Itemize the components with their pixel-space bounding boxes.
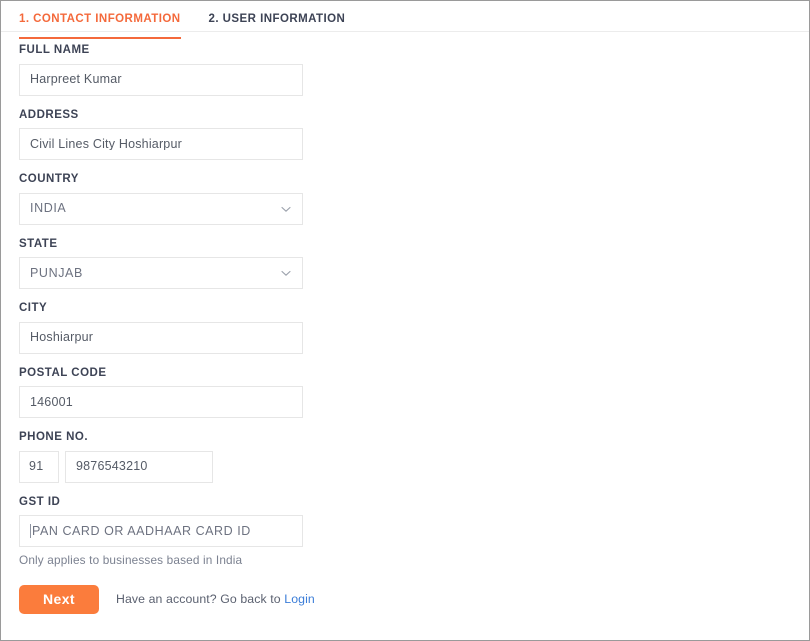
address-input[interactable]: Civil Lines City Hoshiarpur (19, 128, 303, 160)
country-select[interactable]: INDIA (19, 192, 303, 225)
chevron-down-icon (280, 267, 292, 279)
next-button[interactable]: Next (19, 584, 99, 614)
postal-code-value: 146001 (30, 395, 73, 409)
chevron-down-icon (280, 203, 292, 215)
country-label: COUNTRY (19, 173, 79, 185)
full-name-input[interactable]: Harpreet Kumar (19, 63, 303, 96)
tab-user-information[interactable]: 2. USER INFORMATION (209, 1, 346, 38)
field-city: CITY Hoshiarpur (19, 302, 809, 354)
postal-code-label: POSTAL CODE (19, 366, 107, 379)
field-address: ADDRESS Civil Lines City Hoshiarpur (19, 108, 809, 160)
phone-row: 91 9876543210 (19, 450, 809, 483)
address-value: Civil Lines City Hoshiarpur (30, 137, 182, 151)
phone-number-value: 9876543210 (76, 460, 148, 473)
form-page: 1. CONTACT INFORMATION 2. USER INFORMATI… (0, 0, 810, 641)
city-label: CITY (19, 302, 48, 314)
field-country: COUNTRY INDIA (19, 173, 809, 225)
phone-number-input[interactable]: 9876543210 (65, 450, 213, 483)
gst-id-input[interactable]: PAN CARD OR AADHAAR CARD ID (19, 515, 303, 547)
field-phone: PHONE NO. 91 9876543210 (19, 431, 809, 483)
gst-id-label: GST ID (19, 495, 61, 508)
tab-contact-information[interactable]: 1. CONTACT INFORMATION (19, 1, 181, 38)
field-full-name: FULL NAME Harpreet Kumar (19, 44, 809, 96)
account-prompt-text: Have an account? Go back to (116, 592, 281, 607)
login-link[interactable]: Login (284, 592, 315, 606)
gst-id-placeholder: PAN CARD OR AADHAAR CARD ID (32, 524, 251, 538)
step-tabs: 1. CONTACT INFORMATION 2. USER INFORMATI… (1, 1, 809, 38)
state-value: PUNJAB (30, 266, 83, 280)
country-value: INDIA (30, 202, 67, 215)
state-label: STATE (19, 237, 58, 250)
phone-label: PHONE NO. (19, 431, 89, 443)
text-caret (30, 524, 31, 538)
field-state: STATE PUNJAB (19, 237, 809, 289)
address-label: ADDRESS (19, 108, 79, 121)
contact-information-form: FULL NAME Harpreet Kumar ADDRESS Civil L… (1, 44, 809, 614)
full-name-label: FULL NAME (19, 44, 90, 56)
state-select[interactable]: PUNJAB (19, 257, 303, 289)
phone-country-code-value: 91 (29, 460, 44, 473)
postal-code-input[interactable]: 146001 (19, 386, 303, 418)
gst-id-helper-text: Only applies to businesses based in Indi… (19, 553, 243, 567)
phone-country-code-input[interactable]: 91 (19, 450, 59, 483)
full-name-value: Harpreet Kumar (30, 73, 122, 86)
city-value: Hoshiarpur (30, 331, 94, 344)
field-gst-id: GST ID PAN CARD OR AADHAAR CARD ID Only … (19, 495, 809, 567)
city-input[interactable]: Hoshiarpur (19, 321, 303, 354)
gst-id-placeholder-wrap: PAN CARD OR AADHAAR CARD ID (20, 524, 251, 538)
form-footer: Next Have an account? Go back to Login (19, 584, 809, 614)
field-postal-code: POSTAL CODE 146001 (19, 366, 809, 418)
account-prompt: Have an account? Go back to Login (116, 593, 315, 605)
